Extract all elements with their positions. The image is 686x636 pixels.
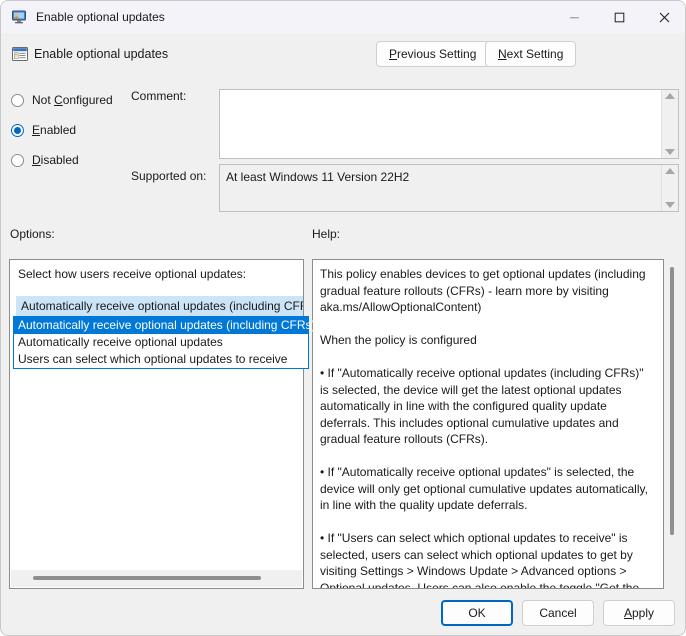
combo-caption: Select how users receive optional update… [18,267,247,281]
policy-setting-dialog: Enable optional updates Enable optional … [0,0,686,636]
setting-header: Enable optional updates Previous Setting… [1,33,685,78]
supported-on-field[interactable]: At least Windows 11 Version 22H2 [219,164,679,212]
radio-label: Not Configured [32,93,113,107]
comment-label: Comment: [131,89,187,103]
radio-indicator [11,93,24,107]
apply-button[interactable]: Apply [603,600,675,626]
title-bar: Enable optional updates [1,1,685,33]
scroll-up-icon[interactable] [665,168,675,174]
scroll-thumb[interactable] [33,576,261,580]
ok-button[interactable]: OK [441,600,513,626]
combo-selected-value: Automatically receive optional updates (… [21,299,304,313]
scroll-up-icon[interactable] [665,93,675,99]
comment-field[interactable] [219,89,679,159]
previous-setting-button[interactable]: Previous Setting [376,41,490,67]
scroll-down-icon[interactable] [665,202,675,208]
supported-on-scrollbar[interactable] [661,165,678,211]
close-icon[interactable] [642,1,685,33]
optional-updates-combobox[interactable]: Automatically receive optional updates (… [16,296,304,317]
radio-label: Disabled [32,153,79,167]
options-label: Options: [10,227,55,241]
help-panel: This policy enables devices to get optio… [312,259,664,589]
policy-setting-icon [11,45,29,63]
cancel-button[interactable]: Cancel [522,600,594,626]
help-label: Help: [312,227,341,241]
minimize-icon[interactable] [552,1,597,33]
help-scrollbar[interactable] [666,259,678,589]
dropdown-item-2[interactable]: Users can select which optional updates … [14,351,308,368]
scroll-down-icon[interactable] [665,149,675,155]
computer-policy-icon [11,9,27,25]
options-panel: Select how users receive optional update… [9,259,304,589]
radio-disabled[interactable]: Disabled [11,151,79,169]
window-controls [552,1,685,33]
help-text: This policy enables devices to get optio… [320,267,648,589]
window-title: Enable optional updates [36,10,165,24]
supported-on-value: At least Windows 11 Version 22H2 [226,170,410,184]
comment-scrollbar[interactable] [661,90,678,158]
maximize-icon[interactable] [597,1,642,33]
radio-indicator [11,153,24,167]
radio-enabled[interactable]: Enabled [11,121,76,139]
dropdown-item-1[interactable]: Automatically receive optional updates [14,334,308,351]
options-horizontal-scrollbar[interactable] [11,570,302,587]
dropdown-item-0[interactable]: Automatically receive optional updates (… [14,317,315,334]
radio-indicator [11,123,24,137]
optional-updates-dropdown-list[interactable]: Automatically receive optional updates (… [13,316,315,369]
scroll-thumb[interactable] [670,267,674,535]
comment-value [220,90,678,100]
radio-label: Enabled [32,123,77,137]
next-setting-button[interactable]: Next Setting [485,41,577,67]
radio-not-configured[interactable]: Not Configured [11,91,113,109]
supported-on-label: Supported on: [131,169,207,183]
setting-title: Enable optional updates [34,47,169,61]
